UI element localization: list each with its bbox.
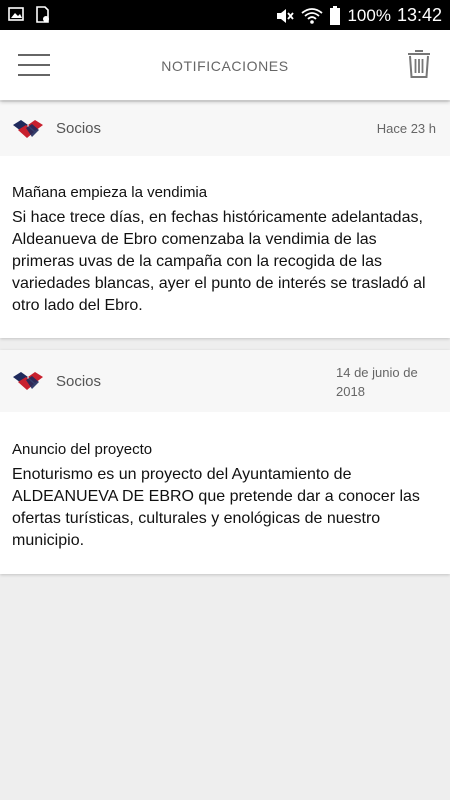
notification-title: Anuncio del proyecto bbox=[12, 441, 153, 458]
notification-header: Socios 14 de junio de 2018 bbox=[0, 350, 450, 412]
mute-icon bbox=[277, 8, 295, 23]
clock: 13:42 bbox=[396, 5, 442, 25]
notification-date: 14 de junio de 2018 bbox=[336, 365, 418, 399]
notification-text: Si hace trece días, en fechas históricam… bbox=[12, 209, 426, 314]
battery-level: 100% bbox=[347, 5, 391, 25]
status-bar: 100% 13:42 bbox=[0, 0, 450, 30]
app-bar: NOTIFICACIONES bbox=[0, 30, 450, 100]
notification-date: Hace 23 h bbox=[376, 121, 436, 136]
image-icon bbox=[8, 7, 24, 21]
battery-icon bbox=[330, 5, 341, 25]
socios-logo-icon bbox=[13, 372, 43, 390]
notification-card[interactable]: Socios 14 de junio de 2018 Anuncio del p… bbox=[0, 350, 450, 574]
notification-title: Mañana empieza la vendimia bbox=[12, 184, 208, 201]
socios-logo-icon bbox=[13, 120, 43, 138]
trash-icon[interactable] bbox=[404, 48, 434, 80]
wifi-icon bbox=[301, 7, 324, 24]
notification-source: Socios bbox=[56, 120, 102, 137]
notification-header: Socios Hace 23 h bbox=[0, 102, 450, 156]
notification-source: Socios bbox=[56, 373, 102, 390]
notification-card[interactable]: Socios Hace 23 h Mañana empieza la vendi… bbox=[0, 102, 450, 338]
page-title: NOTIFICACIONES bbox=[161, 58, 289, 74]
notification-text: Enoturismo es un proyecto del Ayuntamien… bbox=[12, 466, 420, 549]
sim-manager-icon bbox=[36, 6, 49, 23]
